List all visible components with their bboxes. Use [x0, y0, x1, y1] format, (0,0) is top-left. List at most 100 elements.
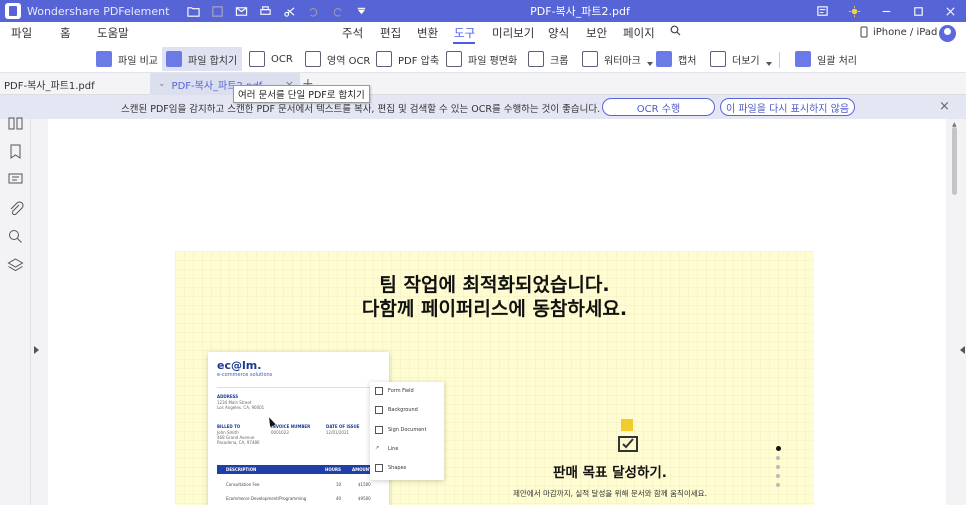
area-ocr-icon — [305, 51, 321, 67]
document-view[interactable]: 팀 작업에 최적화되었습니다. 다함께 페이퍼리스에 동참하세요. ec@lm.… — [48, 119, 946, 505]
feedback-icon[interactable] — [806, 0, 838, 22]
menu-file[interactable]: 파일 — [11, 25, 32, 41]
tab-document-1[interactable]: PDF-복사_파트1.pdf — [0, 73, 150, 95]
tools-toolbar: 파일 비교 파일 합치기 OCR 영역 OCR PDF 압축 파일 평면화 크롭… — [0, 44, 966, 73]
banner-message: 스캔된 PDF임을 감지하고 스캔한 PDF 문서에서 텍스트를 복사, 편집 … — [121, 104, 601, 115]
app-name: Wondershare PDFelement — [27, 4, 170, 18]
scissors-icon[interactable] — [277, 0, 301, 22]
tool-capture-button[interactable]: 캡처 — [652, 47, 700, 71]
menu-form[interactable]: 양식 — [548, 25, 569, 41]
invoice-address-label: ADDRESS — [217, 394, 239, 399]
invoice-logo-sub: e-commerce solutions — [217, 372, 273, 378]
tab-chevron-down-icon[interactable]: ⌄ — [158, 79, 166, 89]
open-folder-icon[interactable] — [181, 0, 205, 22]
tool-area-ocr-button[interactable]: 영역 OCR — [301, 47, 374, 71]
thumbnails-icon[interactable] — [7, 115, 24, 132]
carousel-dot[interactable] — [776, 465, 780, 469]
invoice-billed-label: BILLED TO — [217, 424, 241, 429]
sign-document-icon — [375, 426, 383, 434]
invoice-col-description: DESCRIPTION — [226, 467, 257, 472]
document-tabs: PDF-복사_파트1.pdf ⌄ PDF-복사_파트2.pdf × + — [0, 73, 966, 95]
popup-item: Form Field — [375, 384, 414, 398]
tool-batch-button[interactable]: 일괄 처리 — [791, 47, 861, 71]
print-icon[interactable] — [253, 0, 277, 22]
carousel-dot[interactable] — [776, 446, 781, 451]
invoice-row-amount: $1500 — [358, 482, 371, 487]
batch-icon — [795, 51, 811, 67]
mail-icon[interactable] — [229, 0, 253, 22]
comment-icon[interactable] — [7, 171, 24, 188]
dont-show-again-button[interactable]: 이 파일을 다시 표시하지 않음 — [720, 98, 855, 116]
menu-edit[interactable]: 편집 — [380, 25, 401, 41]
expand-left-panel-icon[interactable] — [34, 346, 39, 354]
ocr-notification-banner: 스캔된 PDF임을 감지하고 스캔한 PDF 문서에서 텍스트를 복사, 편집 … — [0, 95, 966, 119]
quick-access-dropdown-icon[interactable] — [349, 0, 373, 22]
scrollbar-thumb[interactable] — [952, 127, 957, 195]
invoice-logo: ec@lm. — [217, 359, 262, 372]
close-window-icon[interactable] — [934, 0, 966, 22]
yellow-square-icon — [621, 419, 633, 431]
bookmark-icon[interactable] — [7, 143, 24, 160]
expand-right-panel-icon[interactable] — [960, 346, 965, 354]
tool-compare-button[interactable]: 파일 비교 — [92, 47, 162, 71]
menu-tools[interactable]: 도구 — [454, 25, 475, 41]
save-icon[interactable] — [205, 0, 229, 22]
headline-line-2: 다함께 페이퍼리스에 동참하세요. — [361, 298, 628, 320]
invoice-divider — [217, 387, 380, 388]
document-title: PDF-복사_파트2.pdf — [530, 5, 630, 18]
sales-title: 판매 목표 달성하기. — [553, 465, 667, 481]
minimize-icon[interactable] — [870, 0, 902, 22]
menu-search-icon[interactable] — [670, 25, 681, 39]
maximize-icon[interactable] — [902, 0, 934, 22]
menu-help[interactable]: 도움말 — [97, 25, 129, 41]
shapes-icon — [375, 464, 383, 472]
tool-watermark-button[interactable]: 워터마크 — [578, 47, 657, 71]
headline-line-1: 팀 작업에 최적화되었습니다. — [379, 274, 610, 296]
tool-crop-button[interactable]: 크롭 — [524, 47, 572, 71]
perform-ocr-button[interactable]: OCR 수행 — [602, 98, 715, 116]
search-icon[interactable] — [7, 228, 24, 245]
invoice-col-hours: HOURS — [325, 467, 341, 472]
menu-convert[interactable]: 변환 — [417, 25, 438, 41]
left-sidebar — [0, 117, 31, 505]
line-icon: ↗ — [375, 445, 380, 451]
user-avatar[interactable] — [939, 25, 956, 42]
carousel-dot[interactable] — [776, 456, 780, 460]
combine-tooltip: 여러 문서를 단일 PDF로 합치기 — [233, 85, 370, 103]
menu-home[interactable]: 홈 — [60, 25, 71, 41]
tool-compress-button[interactable]: PDF 압축 — [372, 47, 443, 71]
theme-sun-icon[interactable] — [838, 0, 870, 22]
tool-more-button[interactable]: 더보기 — [706, 47, 776, 71]
carousel-dot[interactable] — [776, 474, 780, 478]
redo-icon[interactable] — [325, 0, 349, 22]
popup-item: Background — [375, 403, 418, 417]
menu-annotate[interactable]: 주석 — [342, 25, 363, 41]
compress-icon — [376, 51, 392, 67]
tool-ocr-button[interactable]: OCR — [245, 47, 297, 71]
tools-popup-illustration: Form Field Background Sign Document ↗ Lin… — [370, 382, 444, 480]
phone-icon — [860, 26, 868, 38]
menu-security[interactable]: 보안 — [586, 25, 607, 41]
invoice-row-hours: 10 — [336, 482, 342, 487]
invoice-row-hours: 40 — [336, 496, 342, 501]
menu-pages[interactable]: 페이지 — [623, 25, 655, 41]
layers-icon[interactable] — [7, 257, 24, 274]
tool-combine-button[interactable]: 파일 합치기 — [162, 47, 242, 71]
undo-icon[interactable] — [301, 0, 325, 22]
carousel-dots — [776, 446, 781, 492]
device-button[interactable]: iPhone / iPad — [860, 26, 937, 38]
banner-close-icon[interactable]: × — [939, 99, 950, 114]
invoice-date-value: 12/01/2021 — [326, 430, 350, 435]
menu-preview[interactable]: 미리보기 — [492, 25, 534, 41]
popup-item: Shapes — [375, 461, 406, 475]
attachment-icon[interactable] — [7, 200, 24, 217]
tool-flatten-button[interactable]: 파일 평면화 — [442, 47, 521, 71]
popup-item: Sign Document — [375, 423, 426, 437]
invoice-illustration: ec@lm. e-commerce solutions ADDRESS 1234… — [208, 352, 389, 505]
invoice-col-amount: AMOUNT — [352, 467, 372, 472]
invoice-billed-line: Pasadena, CA, 97486 — [217, 440, 260, 445]
combine-icon — [166, 51, 182, 67]
ocr-icon — [249, 51, 265, 67]
carousel-dot[interactable] — [776, 483, 780, 487]
sales-subtitle: 제안에서 마감까지, 실적 달성을 위해 문서와 함께 움직이세요. — [513, 489, 707, 498]
